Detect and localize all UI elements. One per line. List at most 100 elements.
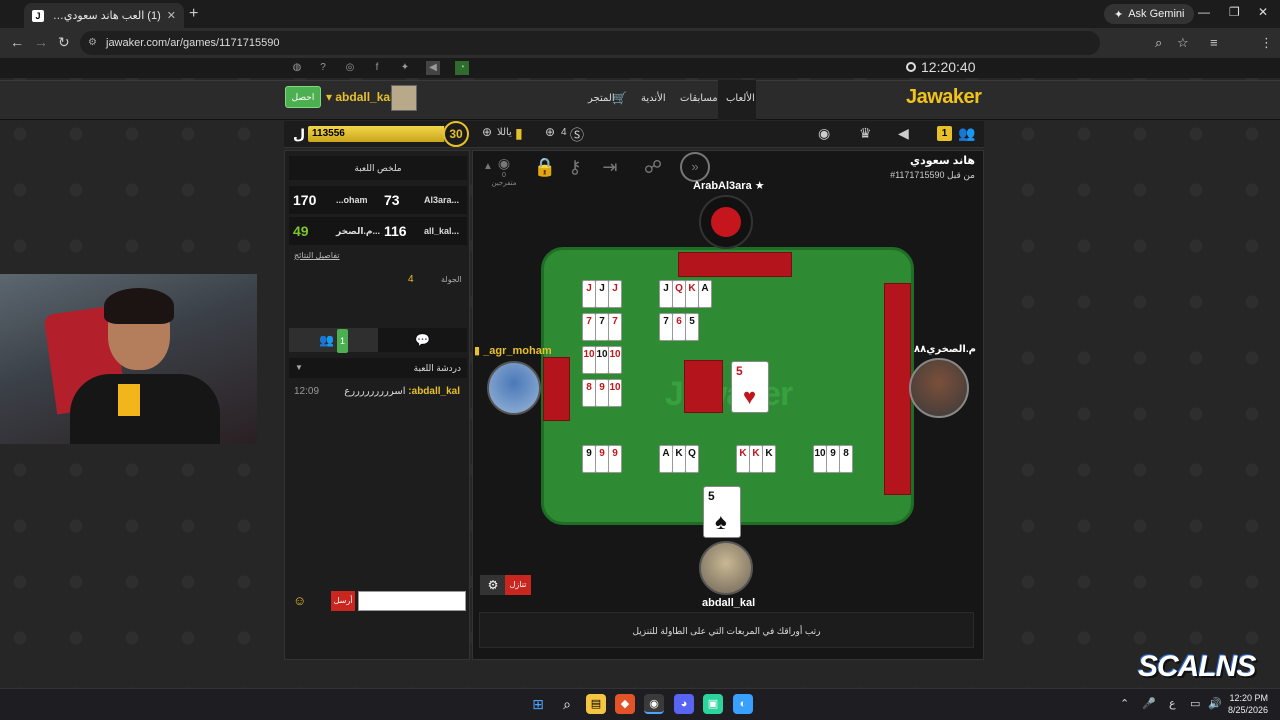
ask-gemini-button[interactable]: ✦ Ask Gemini: [1104, 4, 1195, 24]
meld-card[interactable]: 7: [582, 313, 596, 341]
top-player-name[interactable]: ArabAl3ara ★: [693, 179, 765, 192]
bottom-player-avatar[interactable]: [699, 541, 753, 595]
invite-icon[interactable]: ☍: [638, 152, 668, 182]
zoom-icon[interactable]: ⌕: [1155, 35, 1162, 51]
facebook-icon[interactable]: f: [370, 61, 384, 75]
menu-icon[interactable]: ⋮: [1260, 35, 1273, 51]
header-avatar[interactable]: [391, 85, 417, 111]
left-player-label[interactable]: ▮ _agr_moham: [474, 344, 552, 357]
emoji-icon[interactable]: ☺: [293, 593, 306, 608]
meld-card[interactable]: 10: [582, 346, 596, 374]
back-icon[interactable]: ←: [10, 34, 24, 50]
meld-card[interactable]: J: [608, 280, 622, 308]
meld-card[interactable]: J: [582, 280, 596, 308]
skip-icon[interactable]: »: [680, 152, 710, 182]
meld-card[interactable]: 10: [608, 379, 622, 407]
surrender-button[interactable]: تنازل: [505, 575, 531, 595]
minimize-icon[interactable]: —: [1198, 5, 1210, 19]
friends-icon[interactable]: 👥: [958, 125, 975, 142]
windows-start-icon[interactable]: ⊞: [528, 694, 548, 714]
taskbar-clock[interactable]: 12:20 PM 8/25/2026: [1226, 692, 1268, 716]
hand-card[interactable]: 5 ♠: [703, 486, 741, 538]
file-explorer-icon[interactable]: ▤: [586, 694, 606, 714]
trophy-icon[interactable]: ♛: [859, 125, 872, 142]
left-player-avatar[interactable]: [487, 361, 541, 415]
app2-icon[interactable]: ◐: [733, 694, 753, 714]
deck-pile[interactable]: [684, 360, 723, 413]
rss-icon[interactable]: ◉: [818, 125, 830, 142]
meld-card[interactable]: K: [672, 445, 686, 473]
meld-card[interactable]: 8: [839, 445, 853, 473]
globe-icon[interactable]: ◍: [290, 61, 304, 75]
restore-icon[interactable]: ❐: [1229, 5, 1240, 19]
right-player-avatar[interactable]: [909, 358, 969, 418]
earn-button[interactable]: احصل: [285, 86, 321, 108]
meld-card[interactable]: 9: [826, 445, 840, 473]
add-tokens-icon[interactable]: ⊕: [482, 125, 492, 139]
settings-gear-icon[interactable]: ⚙: [480, 575, 506, 595]
meld-card[interactable]: K: [685, 280, 699, 308]
exit-icon[interactable]: ⇥: [595, 152, 625, 182]
language-indicator[interactable]: ع: [1169, 697, 1176, 710]
header-username[interactable]: ▾ abdall_kal: [326, 90, 393, 104]
close-window-icon[interactable]: ✕: [1258, 5, 1268, 19]
meld-card[interactable]: 7: [659, 313, 673, 341]
spectators[interactable]: ◉ 0 متفرجين: [489, 155, 519, 187]
nav-games[interactable]: الألعاب: [726, 93, 755, 104]
meld-card[interactable]: J: [595, 280, 609, 308]
meld-card[interactable]: 5: [685, 313, 699, 341]
display-icon[interactable]: ▭: [1190, 697, 1200, 710]
speed-icon[interactable]: ◔: [455, 61, 469, 75]
meld-card[interactable]: 9: [582, 445, 596, 473]
mic-icon[interactable]: 🎤: [1142, 697, 1156, 710]
search-icon[interactable]: ⌕: [557, 694, 577, 714]
meld-card[interactable]: 7: [608, 313, 622, 341]
meld-card[interactable]: K: [736, 445, 750, 473]
app-icon[interactable]: ▣: [703, 694, 723, 714]
meld-card[interactable]: K: [762, 445, 776, 473]
tab-chat[interactable]: 💬: [378, 328, 467, 352]
browser-tab[interactable]: J (1) العب هاند سعودي مع أص... ✕: [24, 3, 184, 28]
forward-icon[interactable]: →: [34, 34, 48, 50]
new-tab-button[interactable]: +: [189, 5, 198, 23]
chat-input[interactable]: [358, 591, 466, 611]
instagram-icon[interactable]: ◎: [343, 61, 357, 75]
meld-card[interactable]: 8: [582, 379, 596, 407]
meld-card[interactable]: 9: [608, 445, 622, 473]
score-details-link[interactable]: تفاصيل النتائج: [294, 251, 340, 260]
brave-icon[interactable]: ◆: [615, 694, 635, 714]
lock-icon[interactable]: 🔒: [530, 152, 560, 182]
add-coins-icon[interactable]: ⊕: [545, 125, 555, 139]
nav-clubs[interactable]: الأندية: [641, 93, 666, 104]
meld-card[interactable]: A: [659, 445, 673, 473]
meld-card[interactable]: Q: [685, 445, 699, 473]
chat-send-button[interactable]: أرسل: [331, 591, 355, 611]
meld-card[interactable]: Q: [672, 280, 686, 308]
collapse-icon[interactable]: ▼: [295, 358, 303, 378]
discord-icon[interactable]: ◕: [674, 694, 694, 714]
top-player-avatar[interactable]: [699, 195, 753, 249]
jawaker-logo[interactable]: Jawaker: [906, 86, 982, 109]
meld-card[interactable]: 9: [595, 445, 609, 473]
meld-card[interactable]: 9: [595, 379, 609, 407]
discard-card[interactable]: 5 ♥: [731, 361, 769, 413]
help-icon[interactable]: ?: [316, 61, 330, 75]
meld-card[interactable]: K: [749, 445, 763, 473]
sound-icon[interactable]: ◀: [426, 61, 440, 75]
meld-card[interactable]: 7: [595, 313, 609, 341]
meld-card[interactable]: 6: [672, 313, 686, 341]
twitter-icon[interactable]: ✦: [398, 61, 412, 75]
volume-icon[interactable]: 🔊: [1208, 697, 1222, 710]
nav-store[interactable]: المتجر: [588, 93, 615, 104]
meld-card[interactable]: 10: [608, 346, 622, 374]
media-icon[interactable]: ≡: [1210, 35, 1218, 50]
tray-up-icon[interactable]: ⌃: [1120, 697, 1129, 710]
chrome-icon[interactable]: ◉: [644, 694, 664, 714]
meld-card[interactable]: 10: [813, 445, 827, 473]
megaphone-icon[interactable]: ◀: [898, 125, 909, 142]
site-info-icon[interactable]: ⚙: [88, 31, 97, 55]
nav-competitions[interactable]: مسابقات: [680, 93, 718, 104]
tab-players[interactable]: 👥 1: [289, 328, 378, 353]
reload-icon[interactable]: ↻: [58, 34, 70, 51]
key-icon[interactable]: ⚷: [560, 152, 590, 182]
